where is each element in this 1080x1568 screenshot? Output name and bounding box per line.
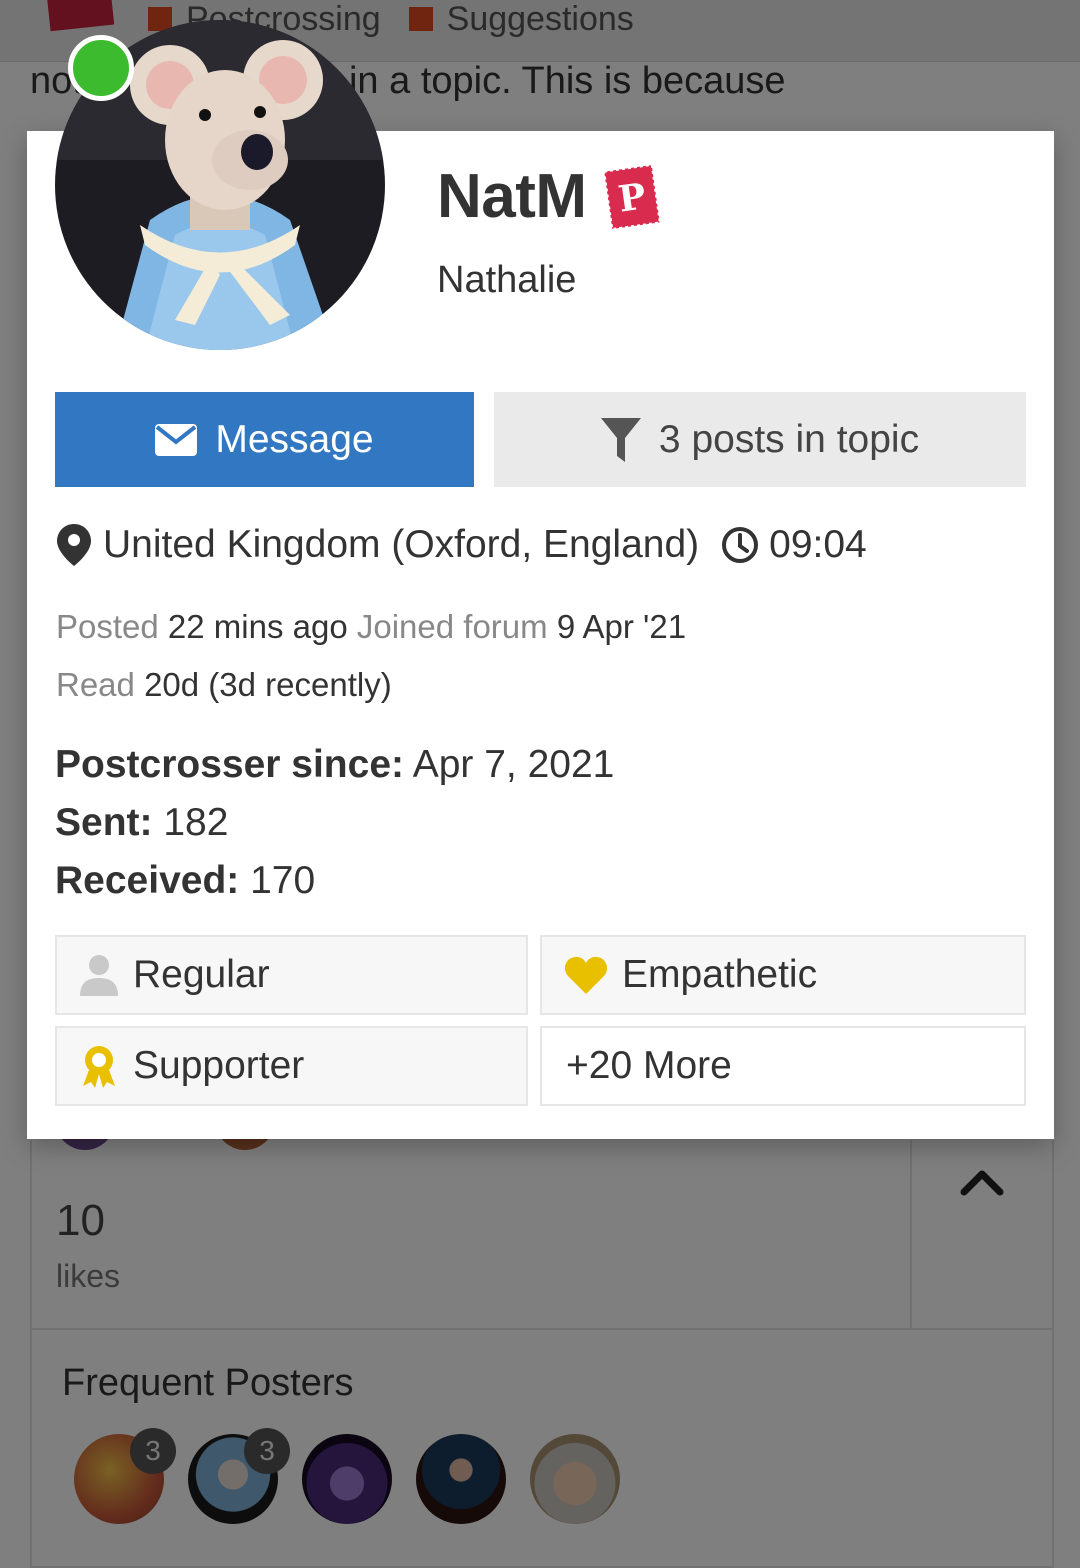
postcrossing-stats: Postcrosser since: Apr 7, 2021 Sent: 182… [55, 736, 614, 910]
user-full-name: Nathalie [437, 259, 577, 301]
more-badges-button[interactable]: +20 More [540, 1026, 1026, 1106]
map-marker-icon [57, 524, 91, 566]
online-status-indicator [68, 35, 134, 101]
username[interactable]: NatM [437, 161, 587, 232]
envelope-icon [155, 423, 198, 456]
received-label: Received: [55, 859, 240, 902]
joined-label: Joined forum [356, 608, 548, 645]
joined-value: 9 Apr '21 [556, 608, 687, 645]
sent-row: Sent: 182 [55, 794, 614, 852]
postcrosser-since-row: Postcrosser since: Apr 7, 2021 [55, 736, 614, 794]
posts-in-topic-label: 3 posts in topic [658, 417, 920, 461]
read-meta-row: Read 20d (3d recently) [56, 666, 392, 704]
user-badges: Regular Empathetic Supporter +20 More [55, 935, 1026, 1106]
post-meta-row: Posted 22 mins ago Joined forum 9 Apr '2… [56, 608, 686, 646]
user-location: United Kingdom (Oxford, England) [103, 523, 700, 566]
postcrosser-since-label: Postcrosser since: [55, 743, 405, 786]
posted-value: 22 mins ago [167, 608, 348, 645]
local-time: 09:04 [721, 523, 867, 567]
local-time-value: 09:04 [769, 523, 867, 566]
svg-text:P: P [615, 175, 648, 220]
badge-empathetic[interactable]: Empathetic [540, 935, 1026, 1015]
badge-label: Regular [133, 953, 270, 996]
more-badges-label: +20 More [566, 1044, 732, 1087]
message-button-label: Message [215, 417, 374, 461]
user-icon [80, 955, 118, 996]
postcrossing-flair-icon: P [602, 163, 661, 230]
received-row: Received: 170 [55, 852, 614, 910]
read-label: Read [56, 666, 135, 703]
filter-icon [600, 417, 641, 462]
posts-in-topic-button[interactable]: 3 posts in topic [494, 392, 1026, 487]
read-value: 20d (3d recently) [144, 666, 392, 703]
postcrosser-since-value: Apr 7, 2021 [412, 743, 615, 786]
badge-supporter[interactable]: Supporter [55, 1026, 528, 1106]
badge-label: Supporter [133, 1044, 305, 1087]
badge-label: Empathetic [622, 953, 818, 996]
sent-value: 182 [163, 801, 229, 844]
sent-label: Sent: [55, 801, 153, 844]
received-value: 170 [250, 859, 316, 902]
username-row: NatM P [437, 161, 661, 232]
heart-icon [564, 956, 608, 994]
message-button[interactable]: Message [55, 392, 474, 487]
location-row: United Kingdom (Oxford, England) 09:04 [57, 523, 867, 567]
award-icon [83, 1046, 115, 1088]
posted-label: Posted [56, 608, 159, 645]
badge-regular[interactable]: Regular [55, 935, 528, 1015]
clock-icon [722, 527, 759, 563]
